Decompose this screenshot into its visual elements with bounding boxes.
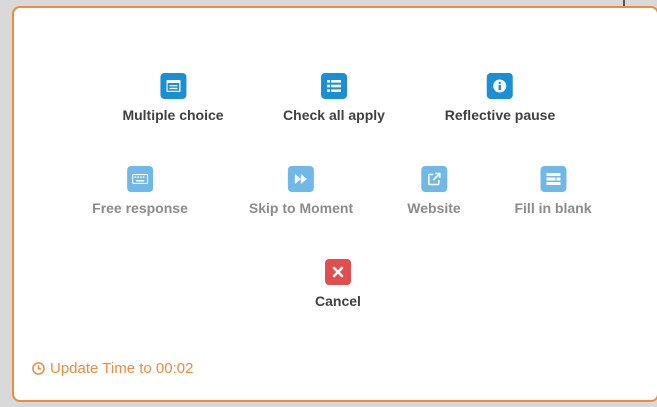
moment-options-panel: Multiple choice Check all apply Reflecti… xyxy=(12,6,657,402)
keyboard-icon xyxy=(127,166,153,192)
multiple-choice-label: Multiple choice xyxy=(122,107,224,123)
cancel-button[interactable]: Cancel xyxy=(315,259,361,309)
free-response-label: Free response xyxy=(92,200,188,216)
multiple-choice-button[interactable]: Multiple choice xyxy=(122,73,224,123)
free-response-button[interactable]: Free response xyxy=(92,166,188,216)
reflective-pause-label: Reflective pause xyxy=(444,107,556,123)
reflective-pause-button[interactable]: Reflective pause xyxy=(444,73,556,123)
skip-to-moment-button[interactable]: Skip to Moment xyxy=(249,166,353,216)
skip-to-moment-label: Skip to Moment xyxy=(248,200,354,216)
check-all-apply-button[interactable]: Check all apply xyxy=(283,73,385,123)
website-label: Website xyxy=(407,200,461,216)
check-all-apply-label: Check all apply xyxy=(283,107,385,123)
window-list-icon xyxy=(160,73,186,99)
list-icon xyxy=(321,73,347,99)
update-time-label: Update Time to 00:02 xyxy=(50,360,194,377)
info-icon xyxy=(487,73,513,99)
update-time-link[interactable]: Update Time to 00:02 xyxy=(32,360,193,377)
website-button[interactable]: Website xyxy=(407,166,461,216)
cancel-label: Cancel xyxy=(315,293,361,309)
close-icon xyxy=(324,259,351,285)
fill-in-blank-button[interactable]: Fill in blank xyxy=(514,166,592,216)
fill-in-blank-label: Fill in blank xyxy=(514,200,592,216)
clock-icon xyxy=(32,362,45,375)
fill-blank-icon xyxy=(539,166,566,192)
fast-forward-icon xyxy=(287,166,314,192)
external-link-icon xyxy=(421,166,447,192)
